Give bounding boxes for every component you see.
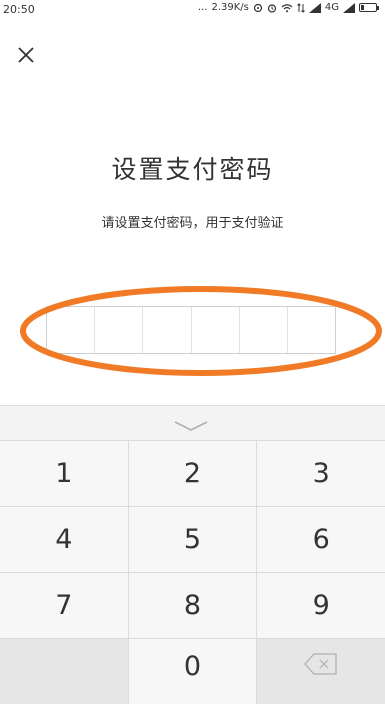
close-button[interactable] [12, 41, 40, 69]
password-input[interactable] [46, 306, 336, 354]
key-row: 0 [0, 638, 385, 704]
data-transfer-icon [297, 2, 305, 13]
key-0[interactable]: 0 [128, 638, 258, 704]
chevron-down-icon [174, 421, 208, 431]
network-type: 4G [324, 2, 339, 13]
key-row: 7 8 9 [0, 572, 385, 638]
status-dots: ... [197, 2, 208, 13]
key-row: 1 2 3 [0, 440, 385, 506]
password-digit-box[interactable] [288, 307, 335, 353]
password-digit-box[interactable] [240, 307, 288, 353]
status-time: 20:50 [3, 3, 35, 16]
key-7[interactable]: 7 [0, 572, 129, 638]
key-2[interactable]: 2 [128, 440, 258, 506]
key-6[interactable]: 6 [257, 506, 385, 572]
network-speed: 2.39K/s [211, 2, 249, 13]
key-8[interactable]: 8 [128, 572, 258, 638]
alarm-icon [267, 3, 277, 13]
delete-key[interactable] [257, 638, 385, 704]
numeric-keyboard: 1 2 3 4 5 6 7 8 9 0 [0, 405, 385, 704]
close-icon [18, 47, 34, 63]
key-3[interactable]: 3 [257, 440, 385, 506]
status-icons: ... 2.39K/s 4G [197, 2, 379, 13]
status-bar: 20:50 ... 2.39K/s 4G [0, 0, 385, 20]
page-subtitle: 请设置支付密码，用于支付验证 [101, 216, 284, 231]
wifi-icon [281, 3, 293, 13]
key-5[interactable]: 5 [128, 506, 258, 572]
password-digit-box[interactable] [143, 307, 192, 353]
password-digit-box[interactable] [95, 307, 144, 353]
password-digit-box[interactable] [47, 307, 96, 353]
backspace-icon [304, 653, 337, 675]
battery-level [361, 5, 364, 10]
signal-icon [308, 2, 321, 13]
key-row: 4 5 6 [0, 506, 385, 572]
key-4[interactable]: 4 [0, 506, 129, 572]
key-blank [0, 638, 129, 704]
signal-icon-2 [343, 2, 355, 13]
key-9[interactable]: 9 [257, 572, 385, 638]
page-title: 设置支付密码 [111, 155, 274, 184]
sync-icon [253, 3, 263, 13]
collapse-keyboard-button[interactable] [172, 418, 210, 434]
battery-icon [359, 3, 379, 12]
password-digit-box[interactable] [192, 307, 240, 353]
key-1[interactable]: 1 [0, 440, 129, 506]
